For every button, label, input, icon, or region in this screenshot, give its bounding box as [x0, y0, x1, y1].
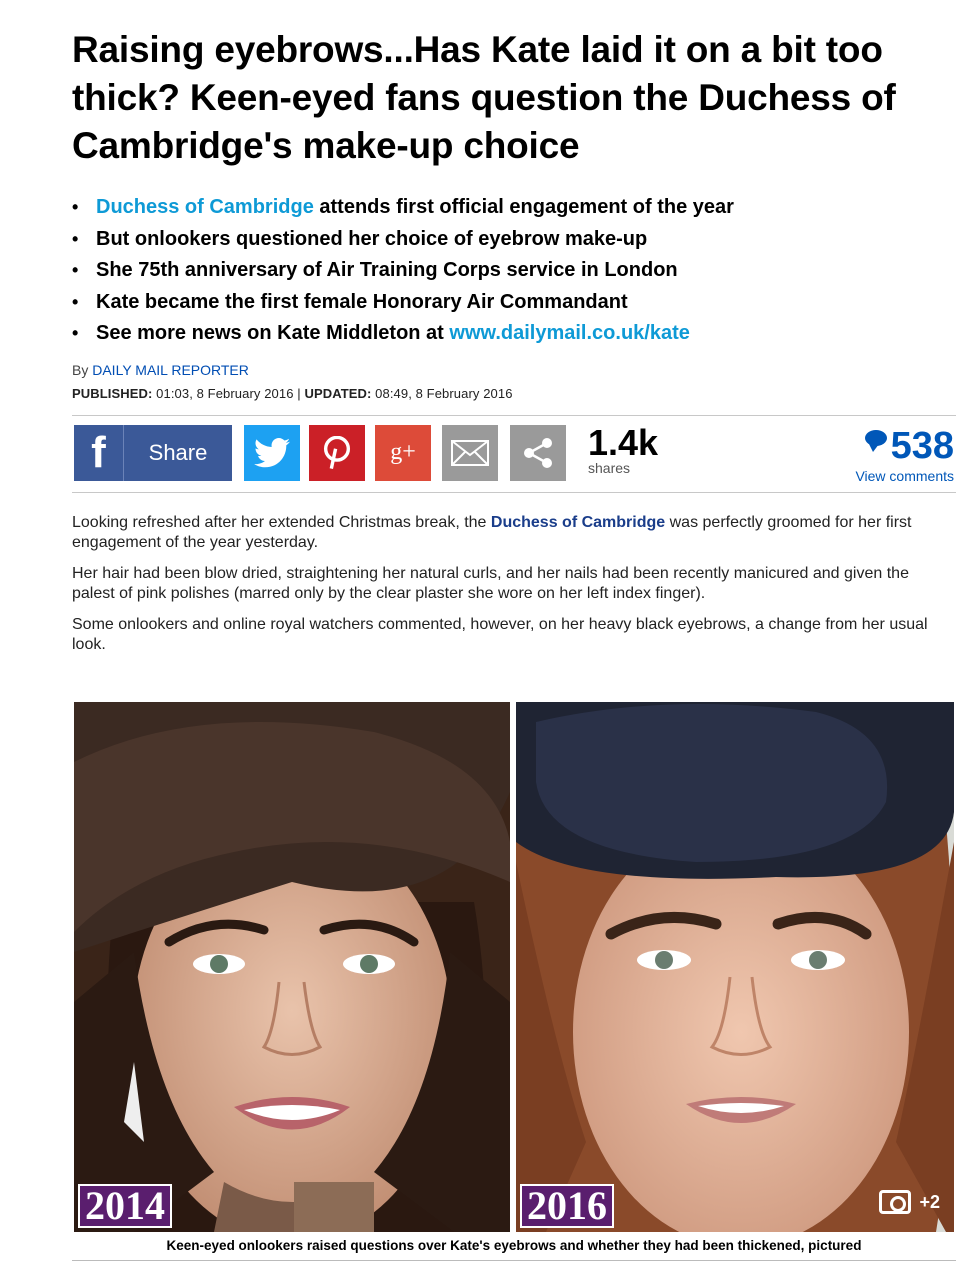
caption-divider: [72, 1260, 956, 1261]
google-plus-share-button[interactable]: g+: [375, 424, 431, 481]
paragraph: Looking refreshed after her extended Chr…: [72, 513, 956, 553]
bullet-item: She 75th anniversary of Air Training Cor…: [72, 255, 956, 287]
year-badge-2016: 2016: [520, 1184, 614, 1228]
pinterest-share-button[interactable]: [309, 424, 365, 481]
share-bar: f Share g+ 1.4k shares 538 View comments: [72, 414, 956, 493]
byline-prefix: By: [72, 361, 89, 378]
bullet-item: See more news on Kate Middleton at www.d…: [72, 318, 956, 350]
duchess-body-link[interactable]: Duchess of Cambridge: [491, 514, 665, 531]
bullet-text: She 75th anniversary of Air Training Cor…: [96, 259, 678, 281]
view-comments-link[interactable]: View comments: [855, 468, 954, 484]
bullet-item: Kate became the first female Honorary Ai…: [72, 287, 956, 319]
kate-news-link[interactable]: www.dailymail.co.uk/kate: [449, 322, 689, 344]
paragraph: Her hair had been blow dried, straighten…: [72, 564, 909, 602]
comment-bubble-icon: [864, 429, 887, 452]
facebook-icon: f: [74, 424, 124, 481]
duchess-link[interactable]: Duchess of Cambridge: [96, 196, 314, 218]
bullet-text: See more news on Kate Middleton at: [96, 322, 450, 344]
photo-2016[interactable]: 2016 +2: [516, 702, 954, 1232]
reporter-link[interactable]: DAILY MAIL REPORTER: [92, 362, 249, 378]
share-count: 1.4k shares: [588, 421, 659, 476]
bullet-text: attends first official engagement of the…: [313, 196, 734, 218]
updated-label: UPDATED:: [304, 385, 372, 401]
bullet-text: But onlookers questioned her choice of e…: [96, 227, 648, 250]
published-date: 01:03, 8 February 2016: [156, 385, 294, 401]
published-label: PUBLISHED:: [72, 385, 153, 401]
photo-2014[interactable]: 2014: [74, 702, 510, 1232]
paragraph-text: Looking refreshed after her extended Chr…: [72, 513, 491, 531]
photo-comparison: 2014 2016 +2: [72, 702, 956, 1232]
updated-date: 08:49, 8 February 2016: [375, 385, 513, 401]
paragraph: Some onlookers and online royal watchers…: [72, 615, 928, 653]
camera-icon: [879, 1190, 912, 1214]
share-icon: [524, 437, 552, 468]
more-photos-button[interactable]: +2: [879, 1190, 940, 1214]
more-share-button[interactable]: [510, 424, 566, 481]
comments-count: 538: [890, 424, 954, 467]
facebook-share-label: Share: [148, 439, 208, 465]
date-separator: |: [297, 385, 301, 401]
email-icon: [451, 439, 489, 466]
headline: Raising eyebrows...Has Kate laid it on a…: [72, 29, 896, 166]
byline: By DAILY MAIL REPORTER: [72, 362, 956, 378]
article: Raising eyebrows...Has Kate laid it on a…: [72, 26, 956, 1261]
pinterest-icon: [323, 435, 351, 469]
bullet-list: Duchess of Cambridge attends first offic…: [72, 192, 956, 350]
google-plus-icon: g+: [390, 439, 416, 465]
article-body: Looking refreshed after her extended Chr…: [72, 513, 956, 655]
twitter-icon: [254, 437, 290, 467]
twitter-share-button[interactable]: [244, 424, 300, 481]
share-count-number: 1.4k: [588, 421, 659, 463]
portrait-2014-image: [74, 702, 510, 1232]
facebook-share-button[interactable]: f Share: [74, 424, 232, 481]
more-photos-count: +2: [919, 1191, 940, 1212]
dates: PUBLISHED: 01:03, 8 February 2016 | UPDA…: [72, 386, 956, 401]
year-badge-2014: 2014: [78, 1184, 172, 1228]
bullet-text: Kate became the first female Honorary Ai…: [96, 290, 628, 313]
bullet-item: But onlookers questioned her choice of e…: [72, 224, 956, 256]
bullet-item: Duchess of Cambridge attends first offic…: [72, 192, 956, 224]
portrait-2016-image: [516, 702, 954, 1232]
comments-widget[interactable]: 538 View comments: [855, 426, 954, 484]
email-share-button[interactable]: [442, 424, 498, 481]
photo-caption: Keen-eyed onlookers raised questions ove…: [166, 1238, 862, 1253]
